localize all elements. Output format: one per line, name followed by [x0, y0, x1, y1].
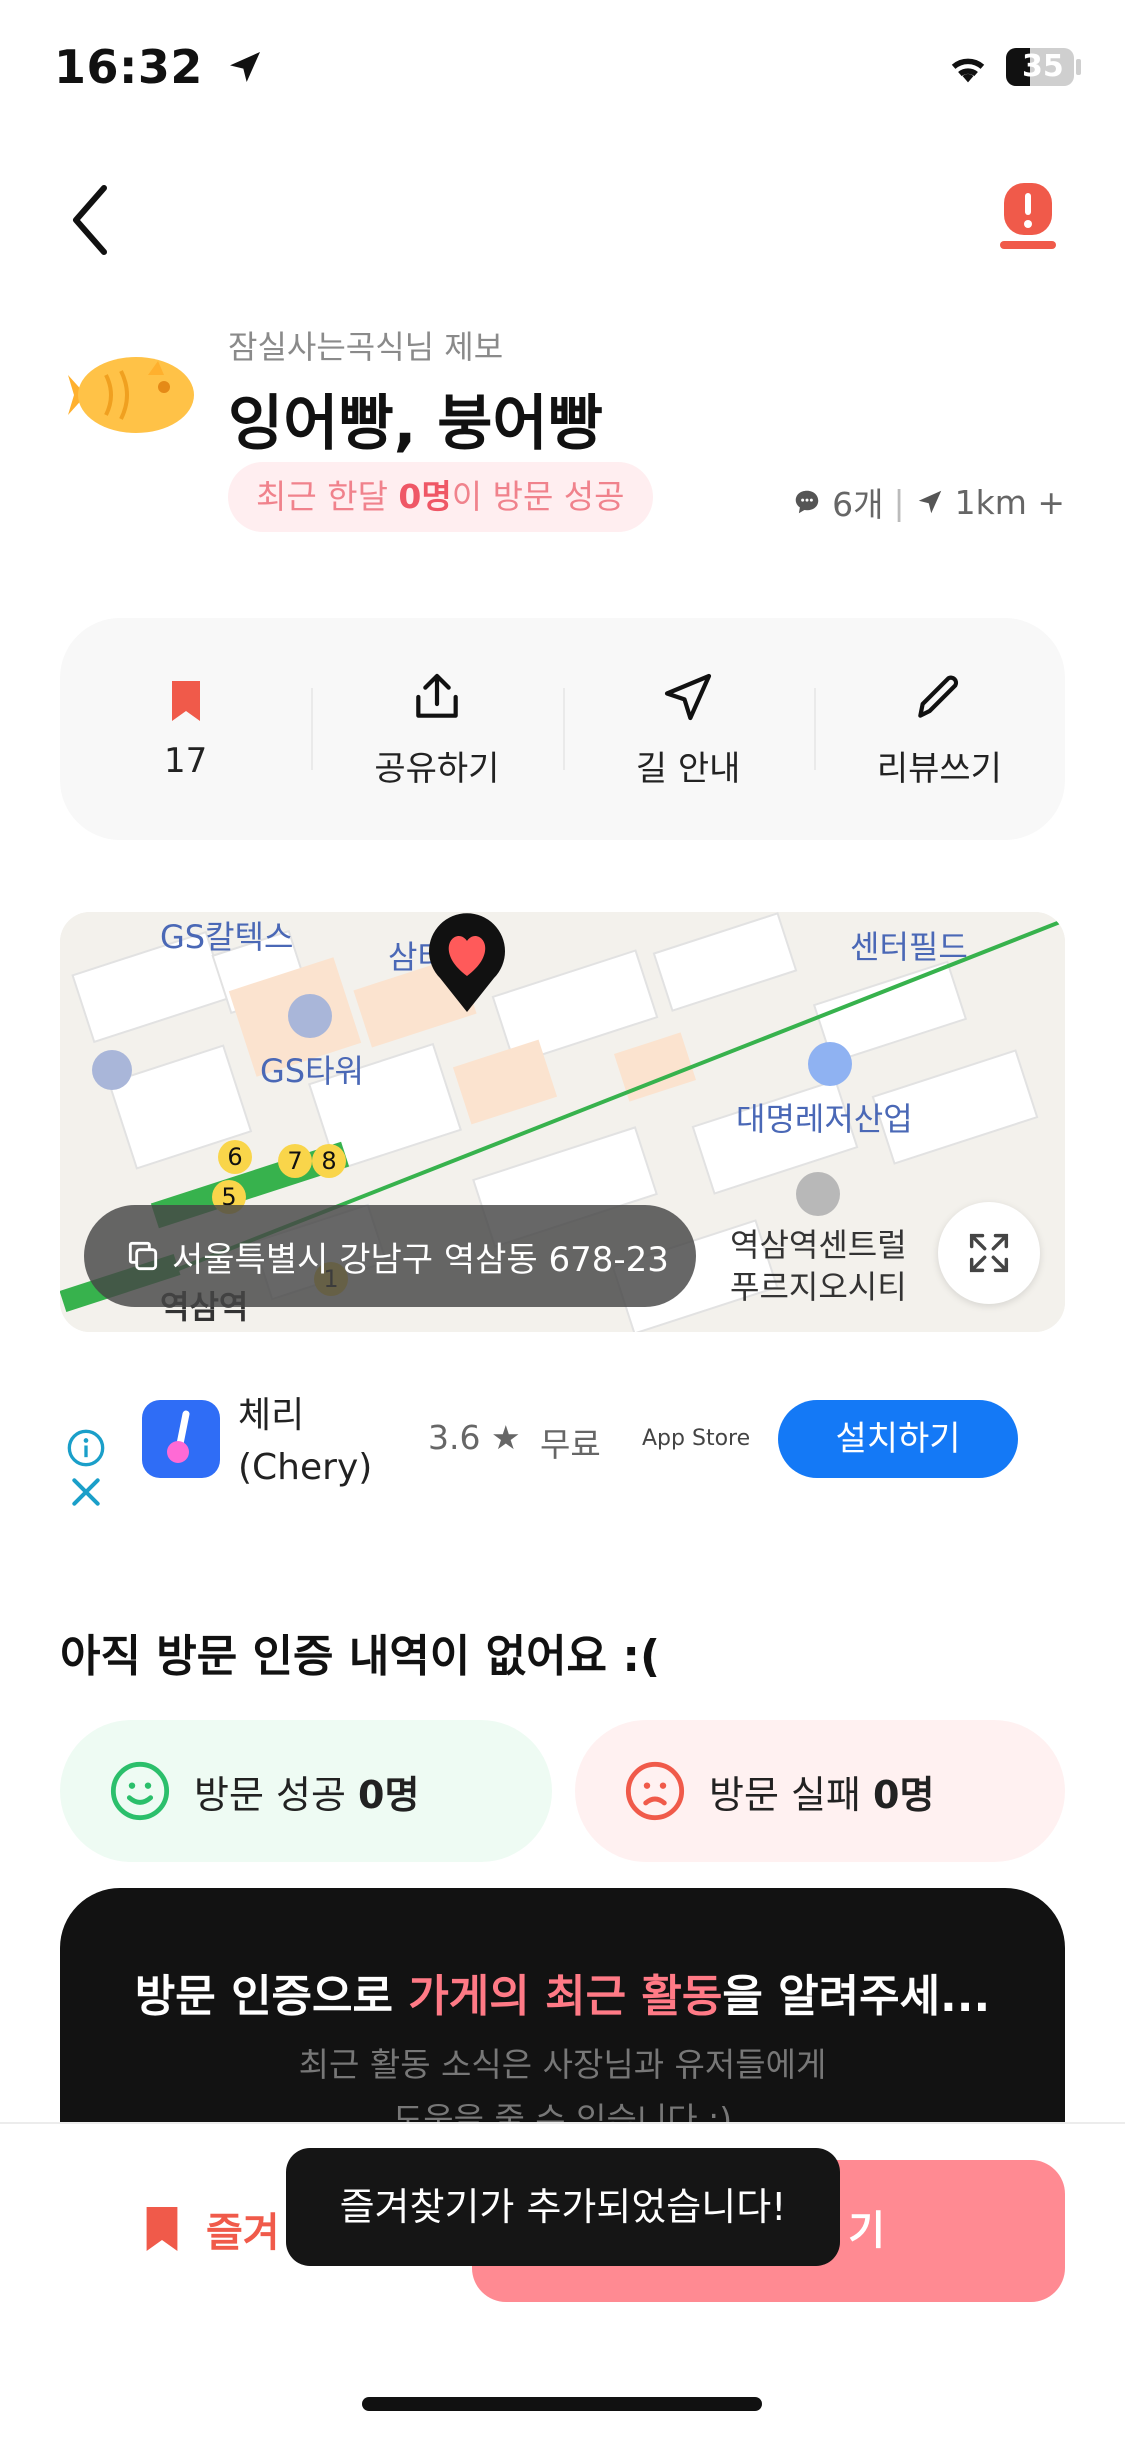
- promo-title-highlight: 가게의 최근 활동: [408, 1971, 723, 2022]
- visit-fail-count: 0명: [873, 1772, 935, 1817]
- visit-pill-suffix: 이 방문 성공: [451, 477, 625, 516]
- visit-heading: 아직 방문 인증 내역이 없어요 :(: [60, 1631, 661, 1682]
- expand-icon: [969, 1233, 1009, 1273]
- map-label-gs-caltex: GS칼텍스: [160, 918, 294, 956]
- promo-subtitle-line1: 최근 활동 소식은 사장님과 유저들에게: [298, 2045, 827, 2084]
- tipster-text: 잠실사는곡식님 제보: [228, 328, 504, 366]
- status-time: 16:32: [54, 40, 265, 94]
- map-label-centerfield: 센터필드: [850, 928, 968, 966]
- distance-text: 1km +: [954, 482, 1065, 522]
- address-text: 서울특별시 강남구 역삼동 678-23: [172, 1239, 669, 1280]
- building-icon: [92, 1050, 132, 1090]
- exit-marker: 7: [278, 1144, 312, 1178]
- visit-success-label: 방문 성공: [194, 1772, 358, 1817]
- map-label-prugio: 푸르지오시티: [730, 1268, 907, 1306]
- bookmark-icon: [146, 2207, 178, 2251]
- cherry-app-icon: [167, 1410, 190, 1463]
- visit-pill-prefix: 최근 한달: [256, 477, 399, 516]
- building-icon: [288, 994, 332, 1038]
- directions-label: 길 안내: [635, 748, 741, 789]
- visit-success-card: 방문 성공 0명: [60, 1720, 552, 1862]
- exit-marker: 6: [218, 1140, 252, 1174]
- fish-bread-icon: [66, 345, 196, 445]
- map-label-gs-tower: GS타워: [260, 1052, 364, 1090]
- wifi-icon: [951, 58, 985, 83]
- visit-fail-card: 방문 실패 0명: [575, 1720, 1065, 1862]
- ad-app-icon[interactable]: [142, 1400, 220, 1478]
- install-button[interactable]: 설치하기: [778, 1400, 1018, 1478]
- write-review-label: 리뷰쓰기: [876, 748, 1002, 789]
- ad-app-name-line2: (Chery): [238, 1447, 373, 1488]
- bookmark-action[interactable]: 17: [60, 618, 311, 840]
- battery-icon: 35: [1006, 48, 1074, 86]
- hotel-icon: [808, 1042, 852, 1086]
- smile-icon: [110, 1761, 170, 1821]
- promo-title-part1: 방문 인증으로: [134, 1971, 409, 2022]
- promo-title: 방문 인증으로 가게의 최근 활동을 알려주세...: [60, 1960, 1065, 2024]
- exit-marker: 8: [312, 1144, 346, 1178]
- bookmark-icon: [171, 681, 200, 721]
- ad-close-icon[interactable]: [66, 1472, 106, 1512]
- directions-action[interactable]: 길 안내: [562, 618, 814, 840]
- comment-icon: [795, 490, 819, 514]
- share-label: 공유하기: [374, 748, 500, 789]
- status-time-text: 16:32: [54, 40, 203, 94]
- visit-fail-text: 방문 실패 0명: [709, 1764, 934, 1819]
- home-icon: [796, 1172, 840, 1216]
- pencil-icon: [918, 675, 959, 718]
- copy-icon: [128, 1241, 158, 1271]
- chevron-left-icon: [73, 185, 107, 255]
- store-meta: 6개 | 1km +: [792, 478, 1065, 526]
- visit-success-count: 0명: [358, 1772, 420, 1817]
- ad-price: 무료: [540, 1425, 601, 1464]
- share-icon: [416, 673, 458, 718]
- address-pill[interactable]: 서울특별시 강남구 역삼동 678-23: [84, 1205, 696, 1307]
- location-arrow-icon: [918, 490, 941, 514]
- visit-pill-count: 0명: [398, 477, 452, 516]
- review-count: 6개: [832, 485, 884, 524]
- sad-icon: [625, 1761, 685, 1821]
- navigation-icon: [665, 673, 712, 720]
- visit-fail-label: 방문 실패: [709, 1772, 873, 1817]
- home-indicator: [362, 2397, 762, 2411]
- report-button[interactable]: [1000, 175, 1060, 255]
- write-review-action[interactable]: 리뷰쓰기: [813, 618, 1065, 840]
- ad-app-name: 체리 (Chery): [238, 1390, 372, 1494]
- store-pin-icon: [429, 913, 505, 1012]
- favorite-label: 즐겨: [206, 2210, 280, 2256]
- favorite-button[interactable]: 즐겨: [140, 2200, 280, 2258]
- ad-rating: 3.6 ★: [428, 1418, 521, 1457]
- share-action[interactable]: 공유하기: [311, 618, 562, 840]
- action-card: 17 공유하기 길 안내 리뷰쓰기: [60, 618, 1065, 840]
- map-label-central: 역삼역센트럴: [730, 1226, 907, 1264]
- meta-divider: |: [893, 482, 905, 522]
- map-label-daemyung: 대명레저산업: [736, 1100, 913, 1138]
- promo-title-part2: 을 알려주세...: [722, 1971, 991, 2022]
- visit-success-text: 방문 성공 0명: [194, 1764, 419, 1819]
- bookmark-count: 17: [163, 741, 208, 781]
- ad-info-icon[interactable]: [66, 1428, 106, 1468]
- alert-icon: [1000, 183, 1056, 249]
- recent-visit-badge: 최근 한달 0명이 방문 성공: [228, 462, 653, 532]
- location-arrow-icon: [230, 52, 261, 82]
- battery-level: 35: [1022, 49, 1064, 84]
- toast-message: 즐겨찾기가 추가되었습니다!: [286, 2148, 840, 2266]
- ad-store: App Store: [642, 1426, 751, 1451]
- ad-app-name-line1: 체리: [238, 1395, 305, 1436]
- battery-cap: [1076, 59, 1081, 75]
- store-name: 잉어빵, 붕어빵: [228, 389, 603, 459]
- back-button[interactable]: [60, 180, 120, 260]
- expand-map-button[interactable]: [938, 1202, 1040, 1304]
